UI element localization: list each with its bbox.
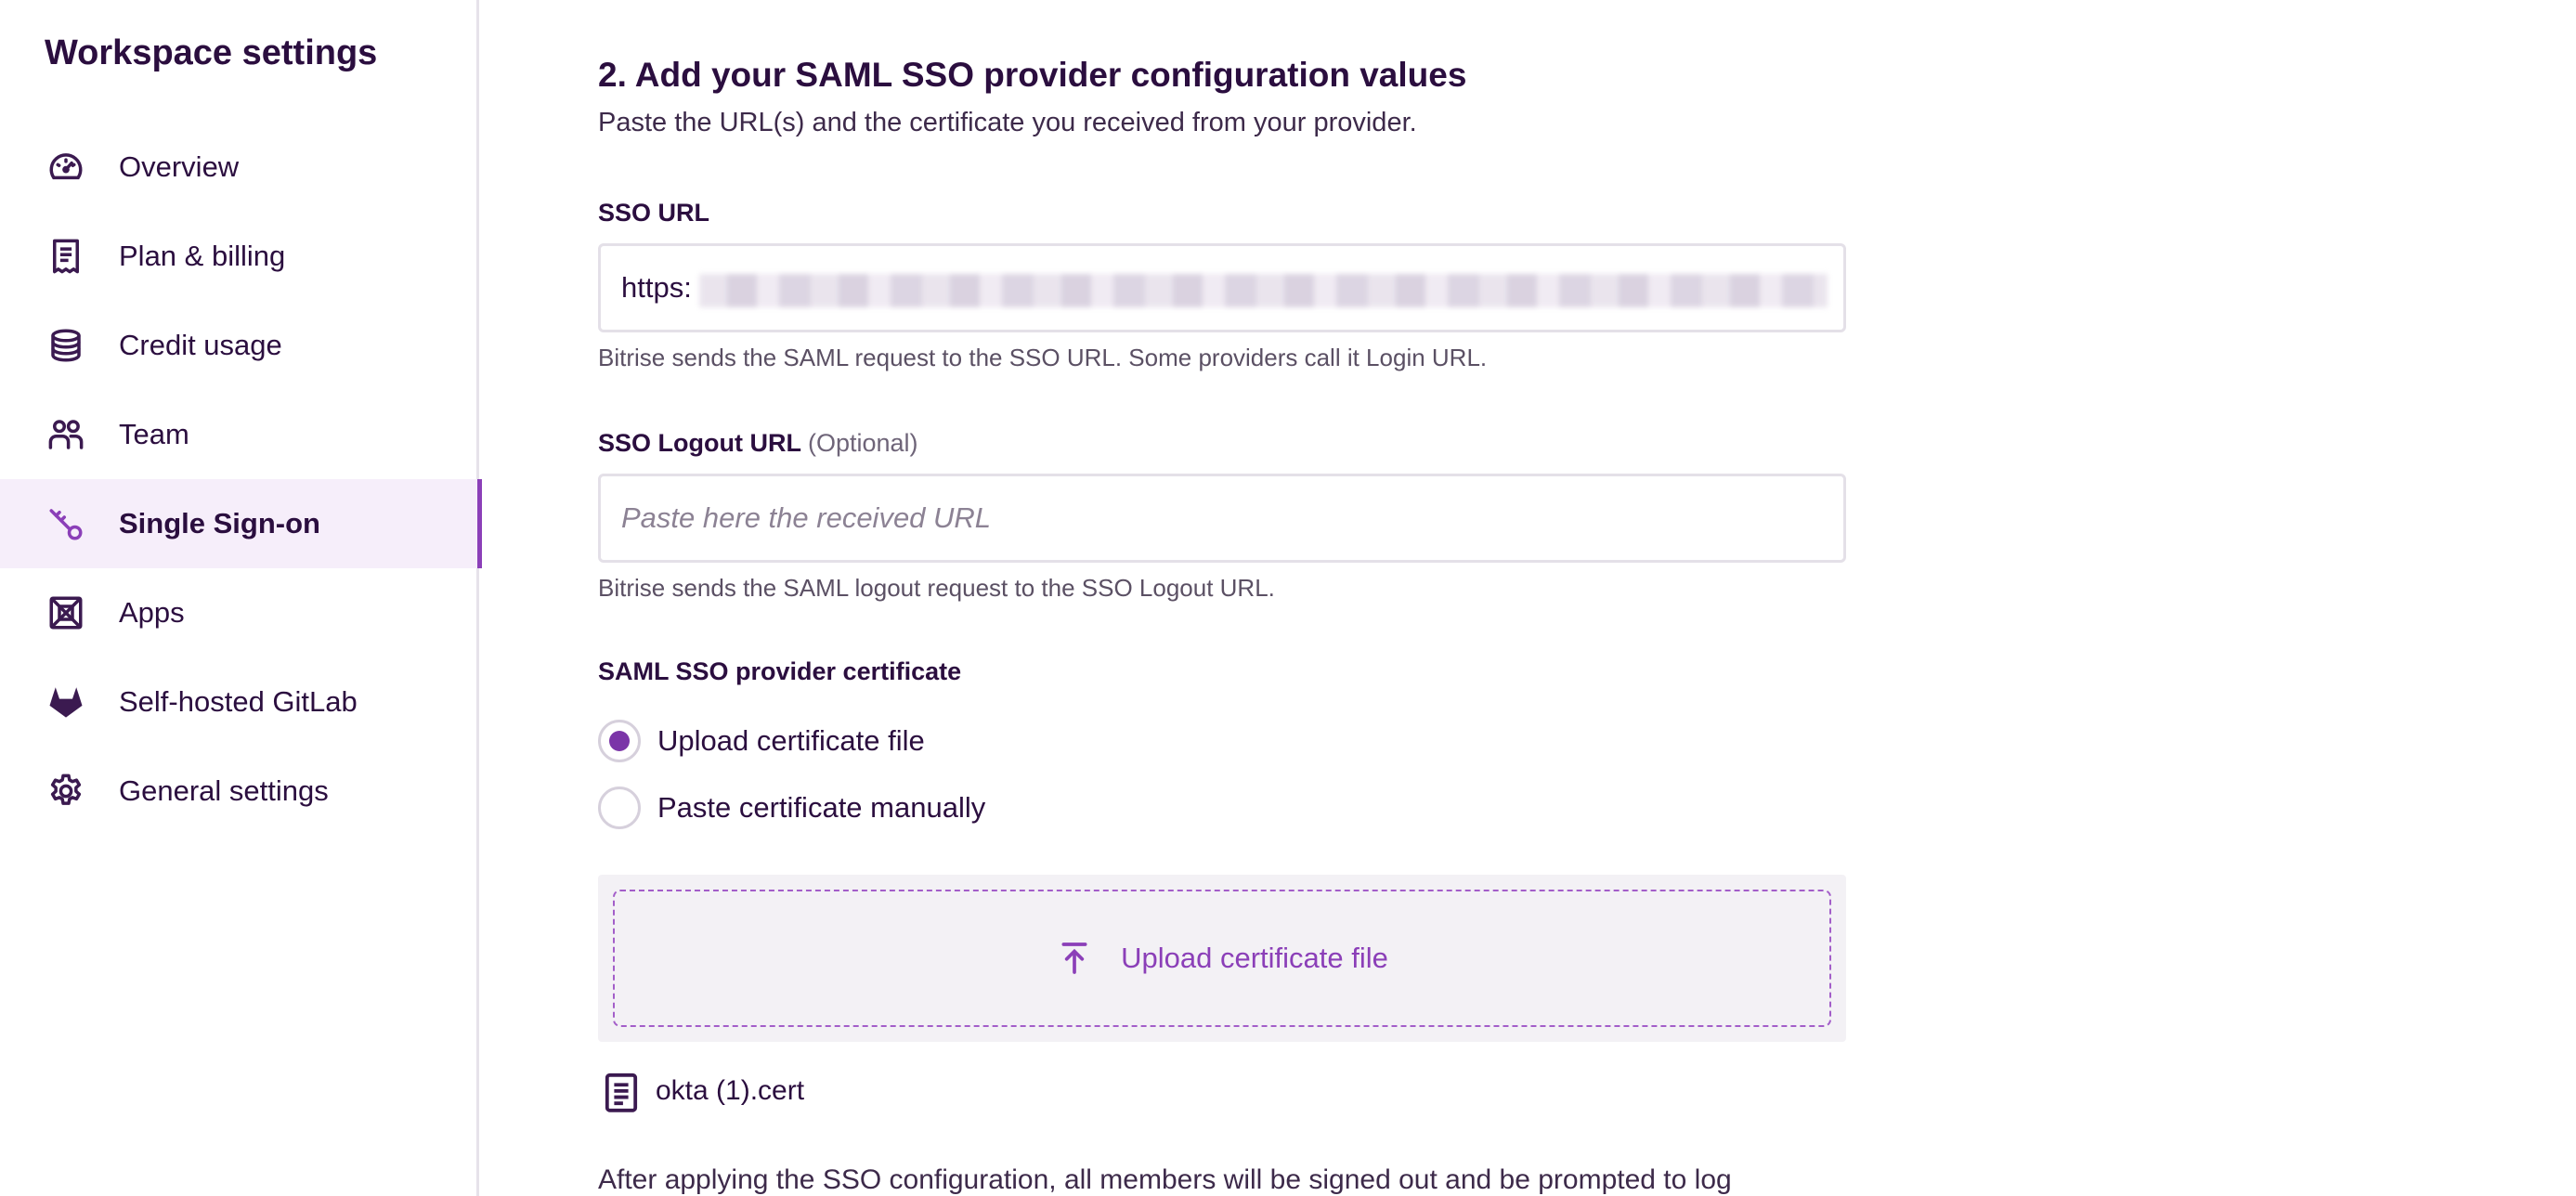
redacted-url — [699, 274, 1828, 307]
sidebar-item-credit-usage[interactable]: Credit usage — [0, 301, 479, 390]
gauge-icon — [45, 146, 87, 188]
sidebar-nav: Overview Plan & billing Credit usage Tea… — [0, 123, 482, 836]
sidebar-item-label: Team — [119, 418, 189, 450]
sso-logout-url-label: SSO Logout URL (Optional) — [598, 429, 918, 458]
upload-dropzone-container: Upload certificate file — [598, 875, 1846, 1042]
team-icon — [45, 413, 87, 456]
sso-url-input[interactable]: https: — [598, 243, 1846, 332]
certificate-label: SAML SSO provider certificate — [598, 657, 962, 685]
apps-icon — [45, 592, 87, 634]
sidebar-item-label: Single Sign-on — [119, 507, 320, 540]
sidebar-item-label: Overview — [119, 150, 240, 183]
uploaded-file: okta (1).cert — [604, 1072, 805, 1112]
section-subheading: Paste the URL(s) and the certificate you… — [598, 108, 1417, 137]
sidebar-item-team[interactable]: Team — [0, 390, 479, 479]
radio-paste-certificate[interactable]: Paste certificate manually — [598, 786, 985, 829]
sidebar-item-general-settings[interactable]: General settings — [0, 747, 479, 836]
gear-icon — [45, 770, 87, 812]
sidebar-item-label: Credit usage — [119, 329, 282, 361]
sidebar-item-label: Self-hosted GitLab — [119, 685, 358, 718]
sidebar-title: Workspace settings — [45, 33, 378, 72]
upload-icon — [1056, 940, 1093, 977]
file-name: okta (1).cert — [656, 1075, 805, 1106]
upload-certificate-dropzone[interactable]: Upload certificate file — [613, 890, 1831, 1027]
sidebar-item-label: General settings — [119, 774, 329, 807]
sidebar-item-apps[interactable]: Apps — [0, 568, 479, 657]
radio-button[interactable] — [598, 786, 641, 829]
radio-label: Upload certificate file — [657, 724, 925, 757]
sso-logout-url-placeholder: Paste here the received URL — [621, 501, 992, 534]
sidebar: Workspace settings Overview Plan & billi… — [0, 0, 482, 1196]
gitlab-icon — [45, 681, 87, 723]
radio-label: Paste certificate manually — [657, 791, 986, 824]
radio-button[interactable] — [598, 720, 641, 762]
footer-note: After applying the SSO configuration, al… — [598, 1164, 1732, 1195]
upload-certificate-label: Upload certificate file — [1121, 942, 1388, 974]
coins-stack-icon — [45, 324, 87, 367]
sidebar-item-self-hosted-gitlab[interactable]: Self-hosted GitLab — [0, 657, 479, 747]
document-icon — [604, 1072, 639, 1112]
optional-tag: (Optional) — [808, 429, 918, 457]
sso-logout-url-input[interactable]: Paste here the received URL — [598, 474, 1846, 563]
key-icon — [45, 502, 87, 545]
receipt-icon — [45, 235, 87, 278]
sso-logout-url-help: Bitrise sends the SAML logout request to… — [598, 574, 1275, 602]
sso-url-value: https: — [621, 271, 692, 304]
sso-url-label: SSO URL — [598, 199, 710, 227]
section-heading: 2. Add your SAML SSO provider configurat… — [598, 56, 1467, 94]
radio-upload-certificate[interactable]: Upload certificate file — [598, 720, 925, 762]
sidebar-item-label: Plan & billing — [119, 240, 286, 272]
sidebar-item-single-sign-on[interactable]: Single Sign-on — [0, 479, 482, 568]
sso-logout-url-label-text: SSO Logout URL — [598, 429, 801, 457]
sidebar-item-plan-billing[interactable]: Plan & billing — [0, 212, 479, 301]
sidebar-item-overview[interactable]: Overview — [0, 123, 479, 212]
sidebar-item-label: Apps — [119, 596, 185, 629]
sso-url-help: Bitrise sends the SAML request to the SS… — [598, 344, 1488, 371]
